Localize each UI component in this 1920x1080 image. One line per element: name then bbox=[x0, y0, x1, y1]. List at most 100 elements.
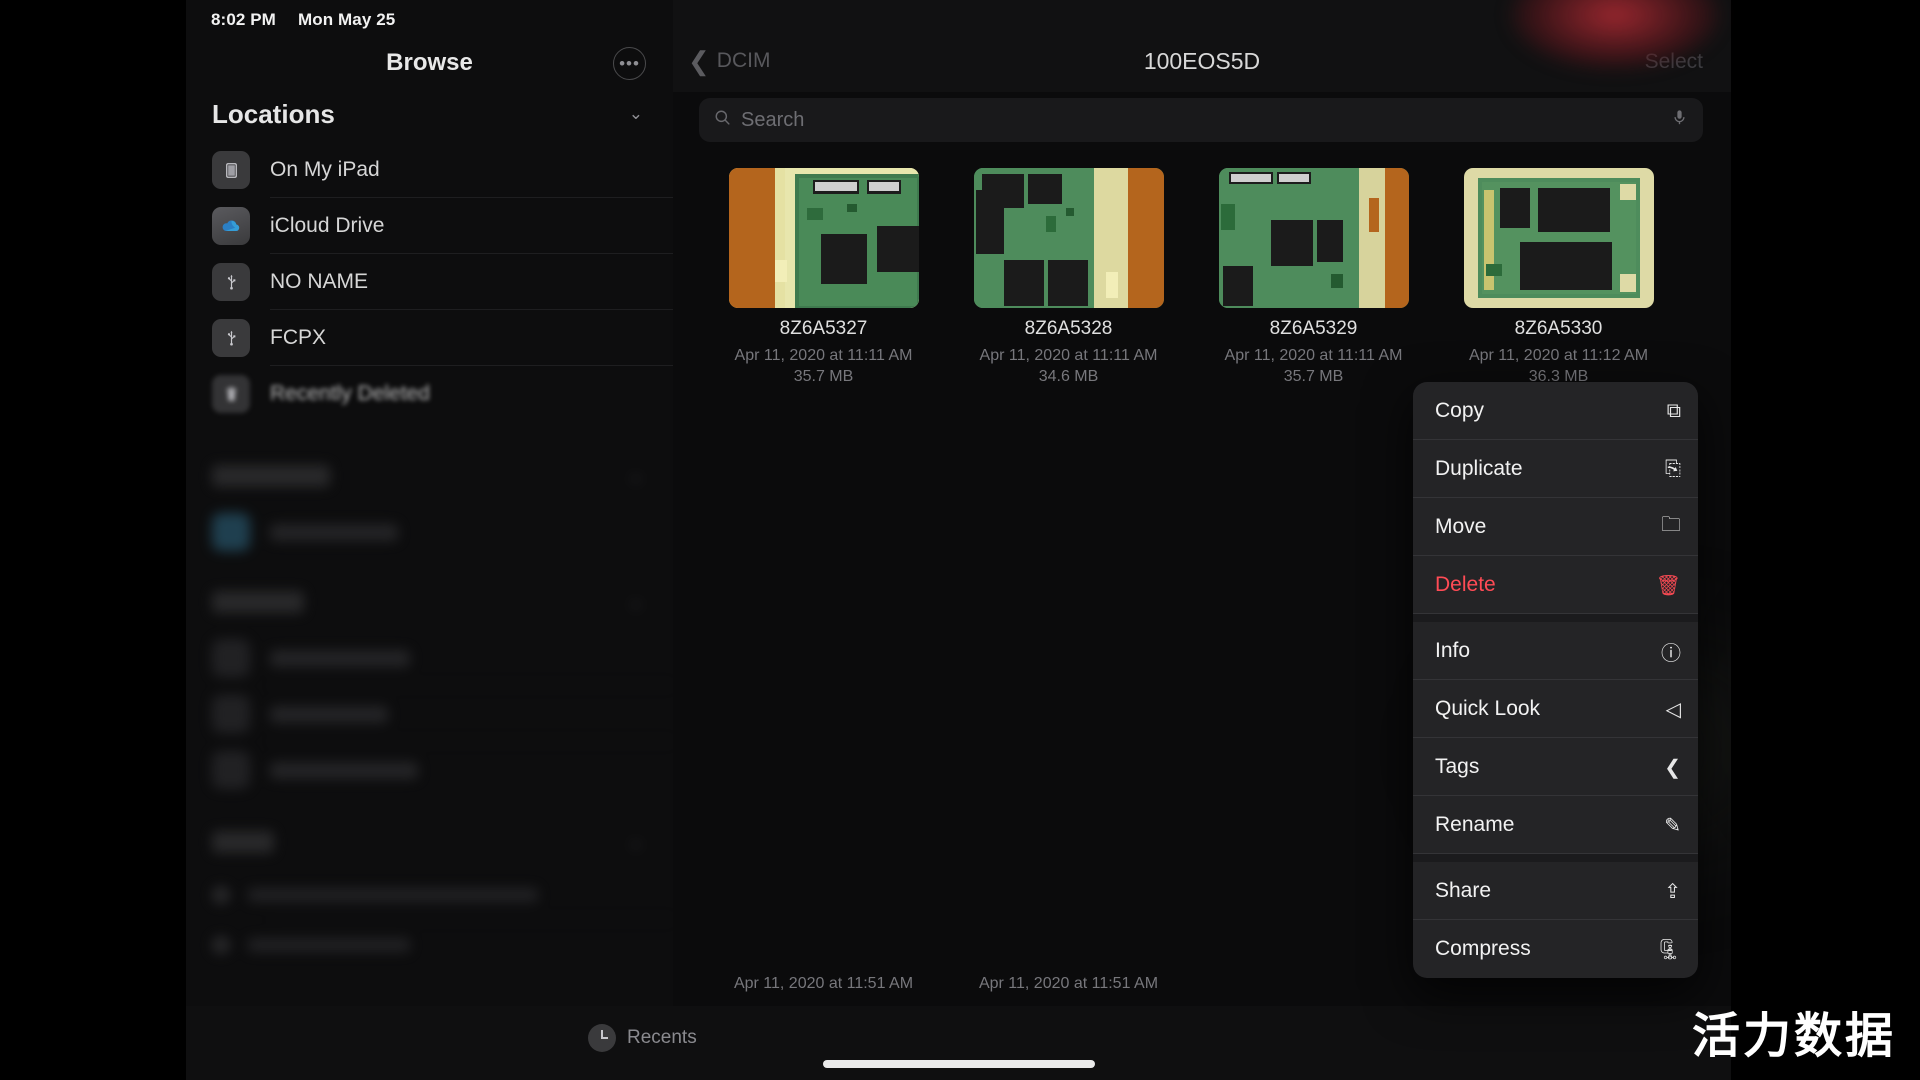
sidebar-section-shared-blurred[interactable]: ⌄ bbox=[186, 574, 673, 798]
sidebar-item-on-my-ipad[interactable]: On My iPad bbox=[186, 142, 673, 198]
sidebar-section-tags-blurred[interactable]: ⌄ bbox=[186, 814, 673, 970]
page-title: Browse bbox=[386, 49, 473, 76]
folder-icon bbox=[212, 513, 250, 551]
file-date: Apr 11, 2020 at 11:51 AM bbox=[733, 975, 914, 992]
search-icon bbox=[713, 108, 732, 133]
sidebar-item-shared-3[interactable] bbox=[186, 742, 673, 798]
watermark: 活力数据 bbox=[1691, 1008, 1896, 1064]
folder-icon bbox=[212, 695, 250, 733]
chevron-down-icon[interactable]: ⌄ bbox=[629, 592, 643, 612]
recents-button[interactable]: Recents bbox=[588, 1024, 697, 1052]
menu-item-duplicate[interactable]: Duplicate ⎘ bbox=[1413, 440, 1698, 498]
menu-item-label: Delete bbox=[1435, 573, 1496, 596]
mic-icon[interactable] bbox=[1670, 108, 1689, 133]
status-time: 8:02 PM bbox=[211, 10, 276, 29]
menu-item-move[interactable]: Move 🗀 bbox=[1413, 498, 1698, 556]
usb-icon bbox=[212, 263, 250, 301]
file-size: 35.7 MB bbox=[793, 368, 854, 385]
file-item[interactable]: 8Z6A5327 Apr 11, 2020 at 11:11 AM 35.7 M… bbox=[701, 168, 946, 438]
menu-item-label: Duplicate bbox=[1435, 457, 1523, 480]
menu-item-label: Move bbox=[1435, 515, 1487, 538]
sidebar-section-locations[interactable]: Locations ⌄ bbox=[186, 86, 673, 142]
menu-separator bbox=[1413, 854, 1698, 862]
file-date: Apr 11, 2020 at 11:12 AM bbox=[1468, 347, 1649, 364]
sidebar-item-fcpx[interactable]: FCPX bbox=[186, 310, 673, 366]
menu-item-compress[interactable]: Compress 🗜 bbox=[1413, 920, 1698, 978]
sidebar-item-tag-2[interactable] bbox=[186, 920, 673, 970]
chevron-down-icon[interactable]: ⌄ bbox=[629, 832, 643, 852]
sidebar-section-tags[interactable]: ⌄ bbox=[186, 814, 673, 870]
file-name: 8Z6A5328 bbox=[1024, 318, 1113, 339]
tag-icon bbox=[212, 886, 230, 904]
more-button[interactable]: ••• bbox=[613, 47, 646, 80]
file-name: 8Z6A5330 bbox=[1514, 318, 1603, 339]
menu-item-label: Compress bbox=[1435, 937, 1531, 960]
menu-item-label: Copy bbox=[1435, 399, 1485, 422]
sidebar-item-no-name[interactable]: NO NAME bbox=[186, 254, 673, 310]
menu-item-tags[interactable]: Tags ❮ bbox=[1413, 738, 1698, 796]
menu-item-quick-look[interactable]: Quick Look ◁ bbox=[1413, 680, 1698, 738]
sidebar-item-label: On My iPad bbox=[270, 158, 380, 181]
file-date: Apr 11, 2020 at 11:11 AM bbox=[979, 347, 1158, 364]
sidebar: 8:02 PM Mon May 25 Browse ••• Locations … bbox=[186, 0, 673, 1080]
sidebar-section-favorites-blurred[interactable]: ⌄ bbox=[186, 448, 673, 560]
folder-icon bbox=[212, 751, 250, 789]
sidebar-item-downloads[interactable] bbox=[186, 504, 673, 560]
menu-item-copy[interactable]: Copy ⧉ bbox=[1413, 382, 1698, 440]
file-thumbnail[interactable] bbox=[973, 168, 1164, 308]
status-bar: 8:02 PM Mon May 25 bbox=[186, 0, 673, 40]
file-item[interactable]: 8Z6A5328 Apr 11, 2020 at 11:11 AM 34.6 M… bbox=[946, 168, 1191, 438]
sidebar-item-recently-deleted[interactable]: Recently Deleted bbox=[186, 366, 673, 422]
file-item[interactable]: 8Z6A5329 Apr 11, 2020 at 11:11 AM 35.7 M… bbox=[1191, 168, 1436, 438]
menu-separator bbox=[1413, 614, 1698, 622]
sidebar-item-shared-1[interactable] bbox=[186, 630, 673, 686]
pencil-icon: ✎ bbox=[1664, 814, 1681, 837]
chevron-down-icon[interactable]: ⌄ bbox=[629, 104, 643, 124]
sidebar-item-label: FCPX bbox=[270, 326, 327, 349]
sidebar-item-label: NO NAME bbox=[270, 270, 369, 293]
sidebar-item-label: Recently Deleted bbox=[270, 382, 430, 405]
sidebar-item-shared-2[interactable] bbox=[186, 686, 673, 742]
menu-item-delete[interactable]: Delete 🗑 bbox=[1413, 556, 1698, 614]
sidebar-item-tag-1[interactable] bbox=[186, 870, 673, 920]
section-title-locations: Locations bbox=[212, 98, 335, 129]
menu-item-info[interactable]: Info ⓘ bbox=[1413, 622, 1698, 680]
duplicate-icon: ⎘ bbox=[1665, 457, 1681, 480]
tag-icon: ❮ bbox=[1664, 756, 1681, 779]
file-date: Apr 11, 2020 at 11:11 AM bbox=[1224, 347, 1403, 364]
section-title-shared bbox=[212, 591, 304, 613]
sidebar-section-favorites[interactable]: ⌄ bbox=[186, 448, 673, 504]
screen-root: 8:02 PM Mon May 25 Browse ••• Locations … bbox=[0, 0, 1920, 1080]
sidebar-item-icloud-drive[interactable]: iCloud Drive bbox=[186, 198, 673, 254]
sidebar-item-label bbox=[248, 938, 410, 952]
trash-icon: 🗑 bbox=[1655, 574, 1681, 597]
file-size: 34.6 MB bbox=[1038, 368, 1099, 385]
sidebar-item-label bbox=[248, 888, 538, 902]
folder-icon bbox=[212, 639, 250, 677]
file-date bbox=[1191, 975, 1436, 1001]
file-name: 8Z6A5329 bbox=[1269, 318, 1358, 339]
menu-item-rename[interactable]: Rename ✎ bbox=[1413, 796, 1698, 854]
share-icon: ⇪ bbox=[1664, 880, 1681, 903]
sidebar-section-shared[interactable]: ⌄ bbox=[186, 574, 673, 630]
ipad-window: 8:02 PM Mon May 25 Browse ••• Locations … bbox=[186, 0, 1731, 1080]
file-thumbnail[interactable] bbox=[1218, 168, 1409, 308]
file-thumbnail[interactable] bbox=[1463, 168, 1654, 308]
search-bar[interactable] bbox=[699, 98, 1703, 142]
context-menu[interactable]: Copy ⧉ Duplicate ⎘ Move 🗀 Delete 🗑 Info … bbox=[1413, 382, 1698, 978]
search-input[interactable] bbox=[741, 108, 1670, 132]
tag-icon bbox=[212, 936, 230, 954]
file-thumbnail[interactable] bbox=[728, 168, 919, 308]
copy-icon: ⧉ bbox=[1666, 399, 1681, 422]
usb-icon bbox=[212, 319, 250, 357]
menu-item-label: Info bbox=[1435, 639, 1471, 662]
cloud-icon bbox=[212, 207, 250, 245]
file-date bbox=[1436, 975, 1681, 1001]
sidebar-item-label bbox=[270, 523, 398, 541]
chevron-down-icon[interactable]: ⌄ bbox=[629, 466, 643, 486]
sidebar-scroll-area[interactable]: Locations ⌄ On My iPad iCloud Drive NO N… bbox=[186, 86, 673, 1006]
menu-item-label: Tags bbox=[1435, 755, 1480, 778]
menu-item-share[interactable]: Share ⇪ bbox=[1413, 862, 1698, 920]
menu-item-label: Quick Look bbox=[1435, 697, 1541, 720]
home-indicator[interactable] bbox=[822, 1060, 1095, 1068]
